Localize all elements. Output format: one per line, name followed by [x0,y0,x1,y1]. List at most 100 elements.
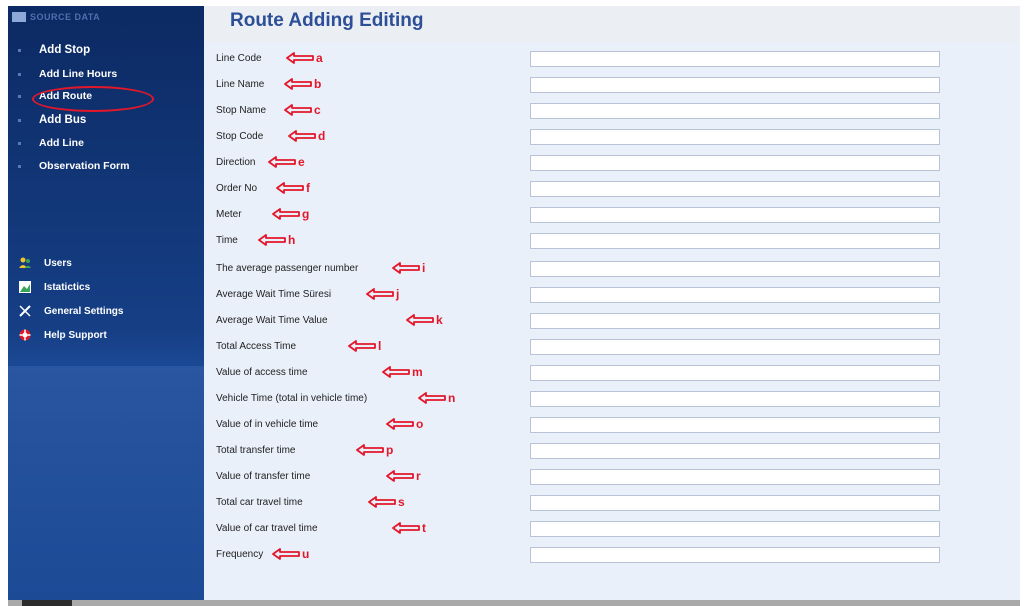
left-arrow-icon [418,392,446,404]
annotation-arrow: u [272,547,309,561]
annotation-arrow: d [288,129,325,143]
sidebar-item-add-bus[interactable]: Add Bus [18,112,86,128]
left-arrow-icon [258,234,286,246]
form-row: Time h [204,232,1020,252]
form-text-field[interactable] [530,391,940,407]
taskbar-app-icon[interactable] [22,600,72,606]
form-text-field[interactable] [530,313,940,329]
form-row: Order No f [204,180,1020,200]
page-title: Route Adding Editing [230,10,424,31]
app-window: SOURCE DATA Add Stop Add Line Hours Add … [8,6,1020,600]
annotation-arrow: a [286,51,323,65]
sidebar-panel [8,366,204,600]
left-arrow-icon [386,418,414,430]
field-label: Stop Name [216,105,267,116]
annotation-letter: m [412,365,423,379]
form-text-field[interactable] [530,155,940,171]
form-text-field[interactable] [530,417,940,433]
left-arrow-icon [356,444,384,456]
sidebar-item-label: Add Stop [39,44,91,56]
statistics-icon [18,280,32,294]
form-row: Direction e [204,154,1020,174]
sidebar-tool-help-support[interactable]: Help Support [18,326,107,344]
form-row: Meter g [204,206,1020,226]
form-text-field[interactable] [530,181,940,197]
tools-icon [18,304,32,318]
annotation-arrow: i [392,261,425,275]
sidebar-item-label: Add Line Hours [39,68,118,80]
form-text-field[interactable] [530,521,940,537]
annotation-arrow: m [382,365,423,379]
annotation-arrow: s [368,495,405,509]
red-circle-annotation [32,86,154,112]
annotation-arrow: h [258,233,295,247]
form-row: Total transfer time p [204,442,1020,462]
field-label: Value of transfer time [216,471,311,482]
form-row: Vehicle Time (total in vehicle time) n [204,390,1020,410]
field-label: Time [216,235,238,246]
sidebar-item-label: Observation Form [39,160,130,172]
annotation-letter: u [302,547,310,561]
form-text-field[interactable] [530,339,940,355]
form-text-field[interactable] [530,365,940,381]
annotation-letter: d [318,129,326,143]
taskbar [8,600,1020,606]
left-arrow-icon [272,548,300,560]
tool-label: Help Support [44,329,107,341]
field-label: Line Code [216,53,262,64]
annotation-arrow: k [406,313,443,327]
field-label: Average Wait Time Value [216,315,328,326]
title-bar: Route Adding Editing [204,6,1020,42]
form-text-field[interactable] [530,233,940,249]
sidebar-item-add-stop[interactable]: Add Stop [18,42,90,58]
sidebar-tool-statistics[interactable]: Istatictics [18,278,90,296]
form-row: Value of access time m [204,364,1020,384]
form-text-field[interactable] [530,129,940,145]
form-text-field[interactable] [530,51,940,67]
form-text-field[interactable] [530,443,940,459]
form-text-field[interactable] [530,495,940,511]
form-row: Total car travel time s [204,494,1020,514]
form-row: Line Name b [204,76,1020,96]
annotation-arrow: n [418,391,455,405]
annotation-arrow: f [276,181,310,195]
bullet-icon [18,48,21,52]
users-icon [18,256,32,270]
form-text-field[interactable] [530,261,940,277]
sidebar-item-add-line-hours[interactable]: Add Line Hours [18,66,117,82]
annotation-letter: b [314,77,322,91]
field-label: Stop Code [216,131,264,142]
annotation-letter: k [436,313,443,327]
form-row: Stop Name c [204,102,1020,122]
form-text-field[interactable] [530,287,940,303]
form-row: Line Code a [204,50,1020,70]
left-arrow-icon [284,78,312,90]
form-row: Value of transfer time r [204,468,1020,488]
sidebar-item-add-line[interactable]: Add Line [18,135,84,151]
annotation-letter: l [378,339,382,353]
annotation-letter: a [316,51,323,65]
form-text-field[interactable] [530,469,940,485]
form-text-field[interactable] [530,77,940,93]
sidebar-tool-users[interactable]: Users [18,254,72,272]
tool-label: Istatictics [44,281,91,293]
bullet-icon [18,164,21,168]
field-label: Frequency [216,549,264,560]
sidebar-header: SOURCE DATA [12,10,100,24]
left-arrow-icon [406,314,434,326]
left-arrow-icon [392,522,420,534]
form-row: Average Wait Time Value k [204,312,1020,332]
form-text-field[interactable] [530,103,940,119]
left-arrow-icon [288,130,316,142]
left-arrow-icon [284,104,312,116]
field-label: Direction [216,157,256,168]
field-label: Value of access time [216,367,308,378]
sidebar-tool-general-settings[interactable]: General Settings [18,302,123,320]
left-arrow-icon [386,470,414,482]
annotation-arrow: j [366,287,399,301]
form-row: Frequency u [204,546,1020,566]
sidebar-item-observation-form[interactable]: Observation Form [18,158,129,174]
form-text-field[interactable] [530,207,940,223]
form-text-field[interactable] [530,547,940,563]
form-row: Stop Code d [204,128,1020,148]
